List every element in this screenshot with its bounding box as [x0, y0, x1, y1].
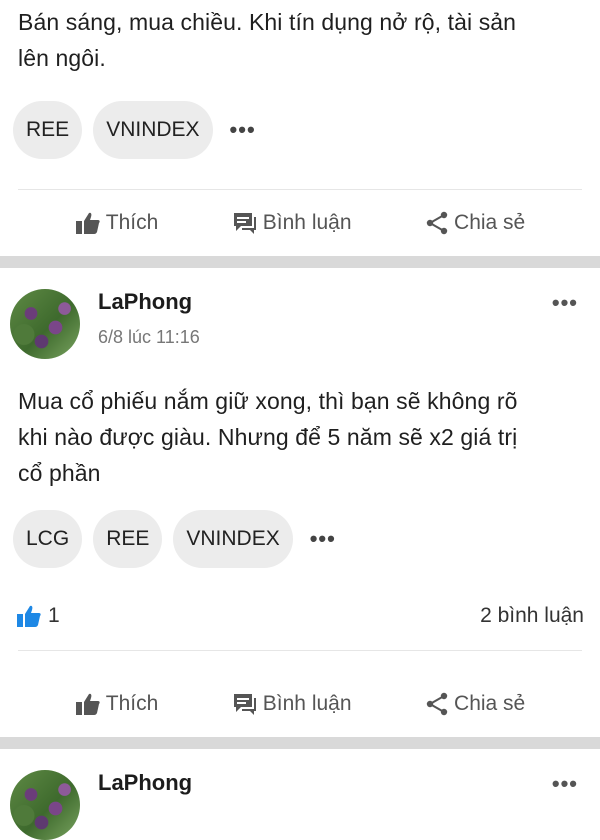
thumbs-up-icon [75, 693, 100, 715]
post-card-1: Bán sáng, mua chiều. Khi tín dụng nở rộ,… [0, 0, 600, 256]
comment-label: Bình luận [262, 692, 352, 715]
post-menu-icon[interactable]: ••• [552, 771, 578, 797]
tag-list: LCG REE VNINDEX ••• [0, 510, 600, 568]
tag-list: REE VNINDEX ••• [0, 101, 600, 159]
like-count-value: 1 [48, 604, 60, 627]
action-bar: Thích Bình luận Chia sẻ [0, 190, 600, 256]
like-count[interactable]: 1 [16, 604, 60, 628]
comment-button[interactable]: Bình luận [232, 692, 352, 716]
post-separator [0, 256, 600, 268]
comment-count[interactable]: 2 bình luận [480, 604, 584, 628]
comment-button[interactable]: Bình luận [232, 211, 352, 235]
avatar[interactable] [10, 289, 80, 359]
post-body: Mua cổ phiếu nắm giữ xong, thì bạn sẽ kh… [0, 383, 600, 491]
more-tags-icon[interactable]: ••• [304, 528, 336, 550]
comment-label: Bình luận [262, 211, 352, 234]
post-header: LaPhong 6/8 lúc 11:16 ••• [0, 268, 600, 359]
post-card-3: LaPhong ••• [0, 749, 600, 840]
avatar[interactable] [10, 770, 80, 840]
tag-chip-vnindex[interactable]: VNINDEX [173, 510, 293, 568]
post-header: LaPhong ••• [0, 749, 600, 840]
post-text-line: cổ phần [18, 460, 101, 486]
comment-icon [233, 694, 256, 715]
thumbs-up-filled-icon [17, 605, 41, 627]
like-label: Thích [105, 211, 159, 234]
post-text-line: khi nào được giàu. Nhưng để 5 năm sẽ x2 … [18, 424, 518, 450]
tag-chip-ree[interactable]: REE [93, 510, 163, 568]
user-info: LaPhong [98, 770, 192, 796]
post-separator [0, 737, 600, 749]
action-bar: Thích Bình luận Chia sẻ [0, 671, 600, 737]
share-label: Chia sẻ [454, 692, 526, 715]
tag-chip-vnindex[interactable]: VNINDEX [93, 101, 213, 159]
username[interactable]: LaPhong [98, 770, 192, 796]
share-icon [426, 692, 448, 716]
share-label: Chia sẻ [454, 211, 526, 234]
tag-chip-ree[interactable]: REE [13, 101, 83, 159]
user-info: LaPhong 6/8 lúc 11:16 [98, 289, 200, 348]
share-button[interactable]: Chia sẻ [425, 692, 525, 716]
like-button[interactable]: Thích [75, 692, 159, 716]
tag-chip-lcg[interactable]: LCG [13, 510, 83, 568]
thumbs-up-icon [75, 212, 100, 234]
post-timestamp: 6/8 lúc 11:16 [98, 327, 200, 347]
share-icon [426, 211, 448, 235]
like-button[interactable]: Thích [75, 211, 159, 235]
post-text-line: Bán sáng, mua chiều. Khi tín dụng nở rộ,… [18, 9, 517, 35]
like-label: Thích [105, 692, 159, 715]
post-menu-icon[interactable]: ••• [552, 290, 578, 316]
post-card-2: LaPhong 6/8 lúc 11:16 ••• Mua cổ phiếu n… [0, 268, 600, 737]
post-stats: 1 2 bình luận [0, 588, 600, 644]
post-text-line: lên ngôi. [18, 45, 106, 71]
username[interactable]: LaPhong [98, 289, 200, 315]
post-text-line: Mua cổ phiếu nắm giữ xong, thì bạn sẽ kh… [18, 388, 518, 414]
comment-icon [233, 213, 256, 234]
more-tags-icon[interactable]: ••• [224, 119, 256, 141]
post-body: Bán sáng, mua chiều. Khi tín dụng nở rộ,… [0, 0, 600, 76]
share-button[interactable]: Chia sẻ [425, 211, 525, 235]
